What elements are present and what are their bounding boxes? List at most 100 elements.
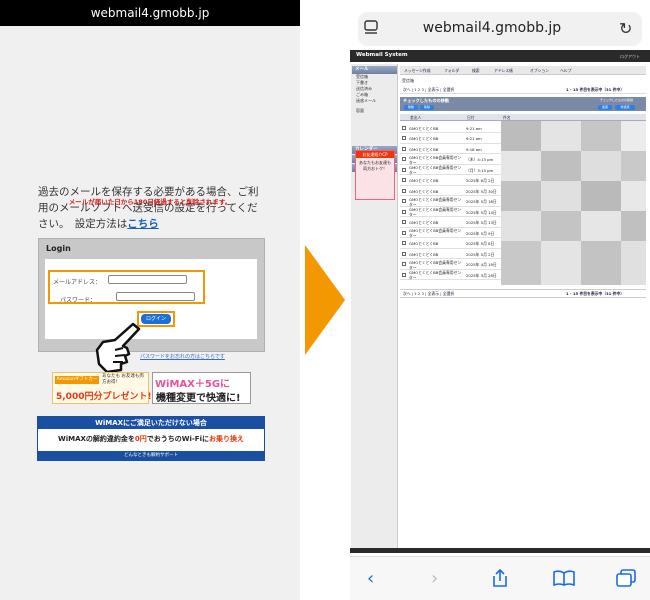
move-pill[interactable]: 移動 (404, 105, 418, 110)
password-input[interactable] (116, 292, 195, 301)
row-checkbox[interactable] (402, 251, 406, 256)
row-from[interactable]: GMOとくとくBB会員専用センター (409, 270, 464, 280)
share-icon[interactable] (491, 568, 509, 588)
row-checkbox[interactable] (402, 188, 406, 193)
row-from[interactable]: GMOとくとくBB会員専用センター (409, 207, 464, 217)
mail-address-label: メールアドレス： (53, 279, 102, 286)
login-title: Login (46, 244, 71, 253)
row-checkbox[interactable] (402, 157, 406, 161)
row-date: 9:21 am (466, 136, 482, 141)
row-from[interactable]: GMOとくとくBB (409, 136, 464, 141)
row-from[interactable]: GMOとくとくBB会員専用センター (409, 228, 464, 238)
row-from[interactable]: GMOとくとくBB会員専用センター (409, 155, 464, 165)
row-date: （月）3:15 pm (466, 167, 494, 173)
addressbook-button[interactable]: アドレス帳 (494, 68, 513, 74)
row-checkbox[interactable] (402, 241, 406, 245)
row-from[interactable]: GMOとくとくBB (409, 252, 464, 257)
row-checkbox[interactable] (402, 136, 406, 140)
pager-links-bottom[interactable]: 次へ | 1 2 3 | 全表示 | 全選択 (403, 291, 454, 297)
back-icon[interactable]: ‹ (367, 568, 374, 589)
row-date: 2025年 3月 28日 (466, 272, 497, 278)
row-checkbox[interactable] (402, 178, 406, 182)
row-date: 9:18 am (466, 146, 482, 152)
row-checkbox[interactable] (402, 146, 406, 151)
row-date: 2025年 5月 30日 (466, 188, 497, 194)
row-from[interactable]: GMOとくとくBB (409, 241, 464, 246)
row-from[interactable]: GMOとくとくBB (409, 189, 464, 194)
row-from[interactable]: GMOとくとくBB会員専用センター (409, 260, 464, 270)
cancel-banner-foot: どんなときも解約サポート (38, 451, 264, 460)
help-button[interactable]: ヘルプ (560, 68, 571, 74)
forgot-password-link[interactable]: パスワードをお忘れの方はこちらです (140, 353, 225, 360)
tabs-icon[interactable] (616, 569, 636, 587)
arrow-right-icon (305, 245, 345, 355)
not-spam-pill[interactable]: 非迷惑 (615, 105, 635, 110)
page-menu-icon[interactable] (364, 20, 378, 36)
row-from[interactable]: GMOとくとくBB (409, 220, 464, 225)
row-date: 2025年 5月 16日 (466, 199, 497, 204)
reload-icon[interactable]: ↻ (619, 19, 632, 38)
mail-toolbar (400, 66, 646, 75)
row-checkbox[interactable] (402, 199, 406, 203)
row-from[interactable]: GMOとくとくBB会員専用センター (409, 165, 464, 175)
logout-link[interactable]: ログアウト (620, 54, 640, 60)
row-date: 9:21 am (466, 125, 482, 131)
mail-address-input[interactable] (108, 275, 187, 284)
row-checkbox[interactable] (402, 272, 406, 277)
row-checkbox[interactable] (402, 167, 406, 172)
pager-links-top[interactable]: 次へ | 1 2 3 | 全表示 | 全選択 (403, 87, 454, 93)
move-title: チェックしたものの移動 (403, 98, 450, 103)
col-from[interactable]: 差出人 (410, 115, 421, 121)
pointing-hand-icon (95, 322, 141, 374)
row-checkbox[interactable] (402, 220, 406, 224)
row-checkbox[interactable] (402, 125, 406, 130)
amazon-banner-headline: 5,000円分プレゼント! (56, 392, 152, 402)
wimax-banner-line2: 機種変更で快適に! (156, 393, 241, 404)
left-url-bar[interactable]: webmail4.gmobb.jp (0, 0, 300, 26)
password-label: パスワード： (60, 297, 97, 304)
row-checkbox[interactable] (402, 262, 406, 266)
search-button[interactable]: 検索 (472, 68, 480, 74)
bookmarks-icon[interactable] (553, 570, 575, 586)
cancel-body-ni: に (202, 435, 209, 443)
login-button[interactable]: ログイン (141, 314, 171, 324)
row-checkbox[interactable] (402, 230, 406, 235)
wimax-banner-line1: WiMAX＋5Gに (155, 379, 231, 390)
cancel-body-tag: お乗り換え (209, 435, 244, 443)
row-date: 2025年 6月 2日 (466, 178, 495, 183)
info-text: 過去のメールを保存する必要がある場合、ご利用のメールソフトへ送受信の設定を行って… (38, 184, 260, 232)
blurred-subjects (501, 121, 646, 285)
folder-title: 受信箱 (402, 78, 414, 83)
settings-link[interactable]: こちら (127, 218, 159, 230)
webmail-title: Webmail System (356, 52, 408, 58)
url-text: webmail4.gmobb.jp (422, 20, 562, 36)
sidebar-ad-text: あなたもお友達も 両方おトク！ (359, 160, 391, 171)
spam-pill[interactable]: 迷惑 (598, 105, 612, 110)
compose-button[interactable]: メッセージ作成 (404, 68, 431, 74)
row-from[interactable]: GMOとくとくBB (409, 147, 464, 152)
forward-icon[interactable]: › (431, 568, 438, 589)
cancel-body-mid: で (146, 435, 154, 443)
delete-pill[interactable]: 削除 (420, 105, 434, 110)
row-date: 2025年 5月 2日 (466, 251, 495, 257)
row-checkbox[interactable] (402, 209, 406, 214)
row-date: 2025年 5月 8日 (466, 241, 495, 246)
count-top: 1 - 15 件目を表示中（31 件中） (566, 87, 625, 92)
row-date: 2025年 4月 19日 (466, 262, 497, 267)
amazon-gift-label: Amazonギフトカード (55, 376, 99, 390)
quota-label: 容量 (356, 108, 364, 113)
row-date: 2025年 5月 13日 (466, 220, 497, 225)
row-date: （木）4:13 pm (466, 157, 494, 162)
row-from[interactable]: GMOとくとくBB会員専用センター (409, 197, 464, 207)
cancel-banner-head: WiMAXにご満足いただけない場合 (38, 417, 264, 429)
options-button[interactable]: オプション (530, 68, 549, 74)
cancel-body-pre: WiMAXの解約違約金を (58, 435, 135, 443)
row-from[interactable]: GMOとくとくBB (409, 126, 464, 131)
row-date: 2025年 5月 9日 (466, 230, 495, 236)
cancel-banner-body: WiMAXの解約違約金を0円でおうちのWi-Fiにお乗り換え (40, 433, 262, 445)
table-header (400, 114, 646, 121)
folders-button[interactable]: フォルダ (444, 68, 459, 74)
col-date[interactable]: 日付 (467, 115, 475, 121)
sidebar-mail-head[interactable]: メール (352, 66, 397, 74)
row-from[interactable]: GMOとくとくBB (409, 178, 464, 183)
